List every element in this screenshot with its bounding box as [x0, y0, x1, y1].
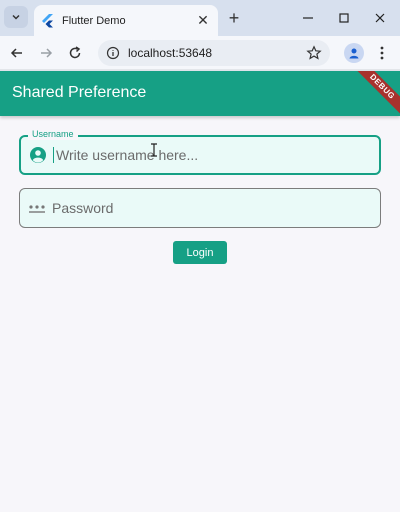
browser-tab-strip: Flutter Demo ✕ + [0, 0, 400, 36]
browser-toolbar: localhost:53648 [0, 36, 400, 70]
profile-button[interactable] [344, 43, 364, 63]
login-button[interactable]: Login [173, 241, 227, 264]
account-circle-icon [30, 147, 46, 163]
chevron-down-icon [12, 14, 20, 20]
new-tab-button[interactable]: + [224, 8, 244, 28]
password-field[interactable] [19, 188, 381, 228]
reload-icon [69, 46, 81, 59]
arrow-left-icon [10, 48, 22, 58]
flutter-icon [42, 13, 53, 27]
close-icon [375, 13, 385, 23]
browser-tab[interactable]: Flutter Demo ✕ [34, 5, 218, 36]
forward-button[interactable] [35, 42, 57, 64]
close-window-button[interactable] [370, 8, 390, 28]
username-label: Username [28, 129, 78, 140]
tab-close-icon[interactable]: ✕ [196, 12, 210, 29]
reload-button[interactable] [64, 42, 86, 64]
back-button[interactable] [6, 42, 28, 64]
minimize-button[interactable] [298, 8, 318, 28]
address-bar[interactable]: localhost:53648 [98, 40, 330, 66]
username-input[interactable] [56, 147, 356, 163]
password-icon [29, 205, 45, 213]
tab-search-button[interactable] [4, 6, 28, 28]
minimize-icon [303, 17, 313, 19]
text-cursor-icon [151, 143, 157, 157]
username-field[interactable] [19, 135, 381, 175]
maximize-icon [339, 13, 349, 23]
text-caret [53, 147, 54, 163]
info-icon[interactable] [106, 46, 120, 60]
more-vert-icon [380, 46, 384, 60]
password-input[interactable] [52, 200, 352, 216]
url-text: localhost:53648 [128, 46, 213, 60]
person-icon [349, 48, 359, 59]
app-bar: Shared Preference [0, 71, 400, 116]
tab-title: Flutter Demo [62, 14, 126, 27]
star-icon[interactable] [306, 45, 322, 61]
app-viewport: Shared Preference DEBUG Username Login [0, 71, 400, 512]
browser-menu-button[interactable] [371, 42, 393, 64]
page-title: Shared Preference [12, 84, 147, 101]
arrow-right-icon [41, 48, 53, 58]
maximize-button[interactable] [334, 8, 354, 28]
